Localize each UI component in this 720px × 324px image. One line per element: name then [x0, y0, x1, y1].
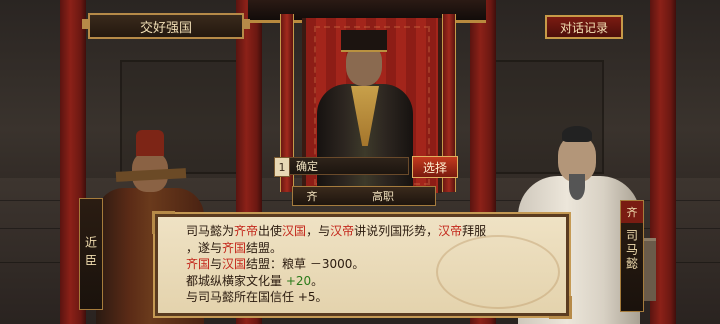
dialog-line-5: 与司马懿所在国信任 +5。: [186, 290, 328, 304]
game-scene: 交好强国 对话记录 1 确定 选择 齐 高职 近臣 司马懿为齐帝出使汉国，与汉帝…: [0, 0, 720, 324]
dialog-line-1: 司马懿为齐帝出使汉国，与汉帝讲说列国形势，汉帝拜服: [186, 224, 487, 238]
event-title: 交好强国: [82, 13, 250, 39]
speaker-name-bar: 齐 高职: [292, 186, 436, 206]
left-character-label: 近臣: [79, 198, 103, 310]
dialog-text: 司马懿为齐帝出使汉国，与汉帝讲说列国形势，汉帝拜服 ，遂与齐国结盟。 齐国与汉国…: [186, 223, 556, 306]
right-character-label: 齐 司马懿: [620, 200, 644, 312]
dialog-line-2: ，遂与齐国结盟。: [186, 240, 283, 255]
dialog-box: 司马懿为齐帝出使汉国，与汉帝讲说列国形势，汉帝拜服 ，遂与齐国结盟。 齐国与汉国…: [152, 211, 572, 319]
right-character-name: 司马懿: [624, 229, 639, 271]
dialog-corner-ornament: [152, 211, 175, 234]
choice-option-row[interactable]: 1 确定 选择: [274, 156, 458, 178]
choice-option-text[interactable]: 确定: [289, 157, 409, 175]
select-button[interactable]: 选择: [412, 156, 458, 178]
choice-number: 1: [274, 157, 290, 177]
dialog-line-4: 都城纵横家文化量 +20。: [186, 273, 324, 288]
dialog-line-3: 齐国与汉国结盟：粮草 －3000。: [186, 257, 365, 271]
speaker-office: 高职: [372, 190, 394, 203]
speaker-state: 齐: [306, 190, 318, 203]
right-character-state: 齐: [621, 201, 643, 223]
dialog-log-button[interactable]: 对话记录: [545, 15, 623, 39]
